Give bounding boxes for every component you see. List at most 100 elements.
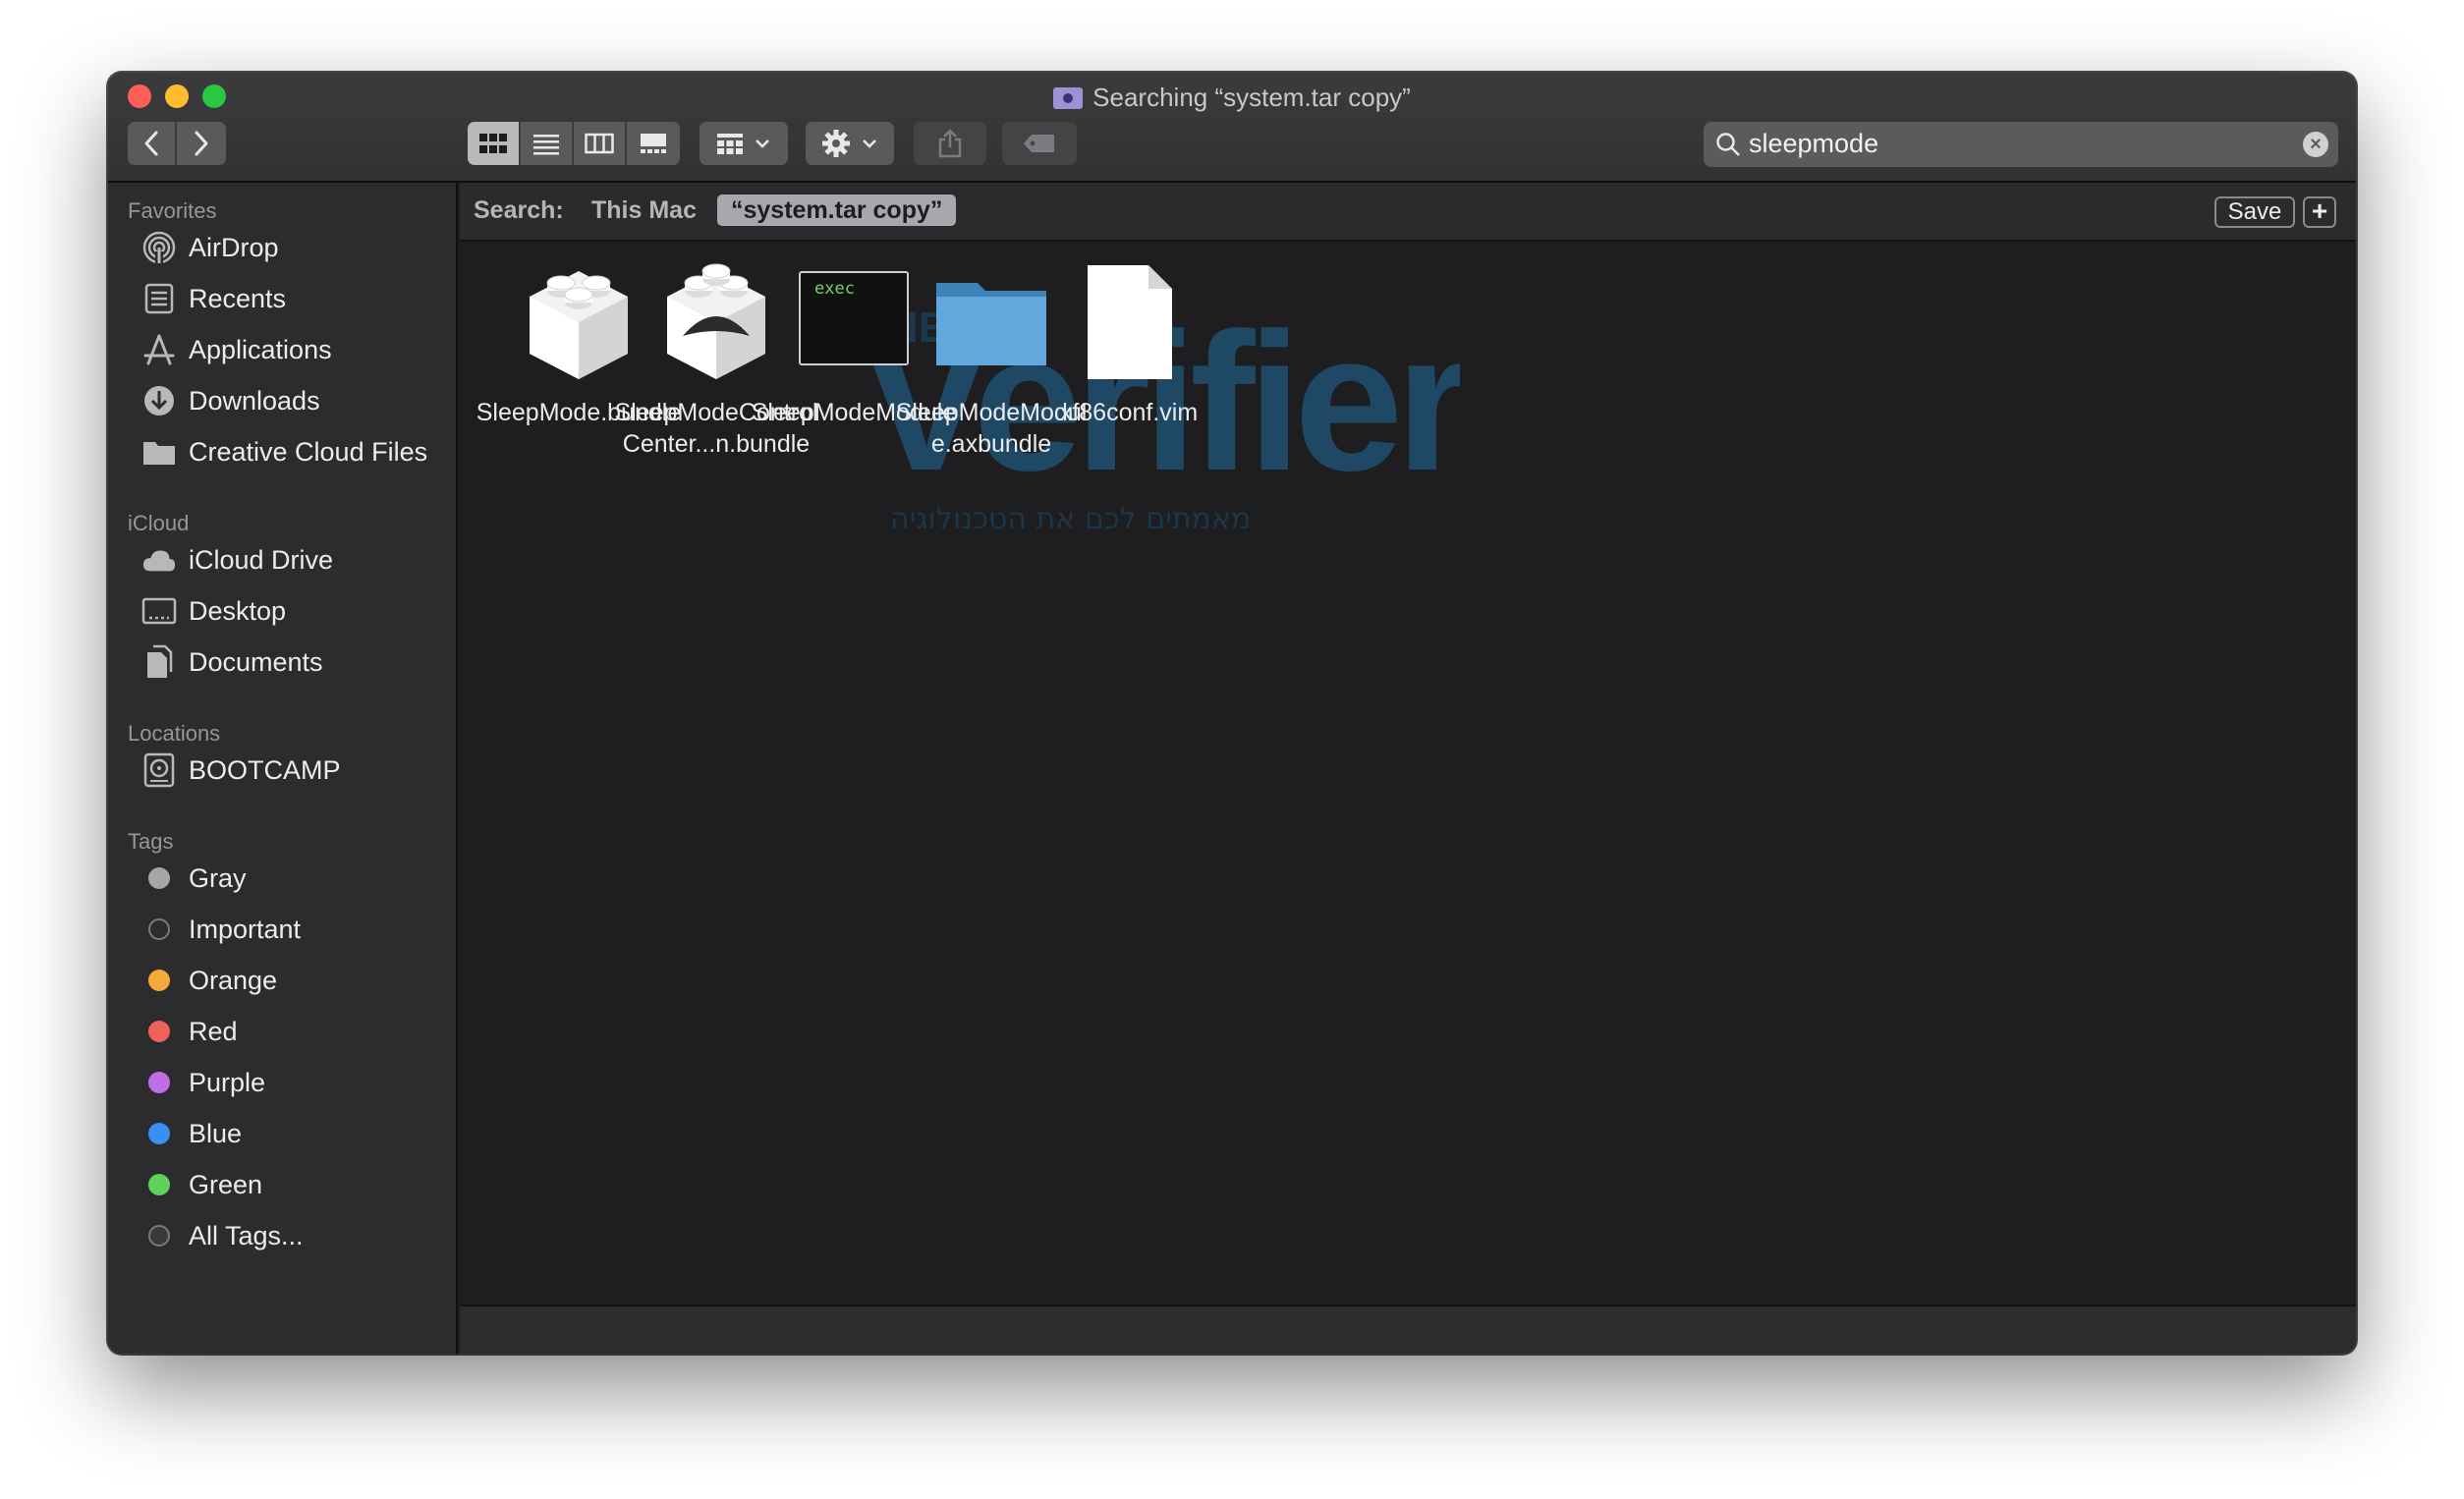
status-bar [460,1305,2356,1354]
downloads-icon [141,383,177,418]
sidebar-item-downloads[interactable]: Downloads [141,379,320,422]
orange-tag-dot [148,970,170,991]
sidebar-item-documents[interactable]: Documents [141,640,323,684]
search-scope-bar: Search: This Mac “system.tar copy” Save … [460,183,2356,242]
icon-view-button[interactable] [468,122,521,165]
sidebar-item-label: Recents [189,283,287,313]
group-grid-icon [717,134,743,154]
list-view-button[interactable] [521,122,574,165]
scope-folder[interactable]: “system.tar copy” [717,194,957,226]
tag-icon [1024,135,1054,152]
gallery-view-icon [641,134,666,153]
red-tag-dot [148,1021,170,1042]
sidebar: Favorites AirDrop Recents Applications D… [108,183,458,1354]
sidebar-item-desktop[interactable]: Desktop [141,589,286,633]
gallery-view-button[interactable] [627,122,680,165]
sidebar-item-label: Orange [189,965,278,995]
sidebar-item-airdrop[interactable]: AirDrop [141,226,279,269]
sidebar-item-label: Purple [189,1067,266,1097]
column-view-icon [585,133,614,154]
gray-tag-dot [148,867,170,889]
sidebar-tag-orange[interactable]: Orange [141,959,277,1002]
sidebar-tag-blue[interactable]: Blue [141,1112,242,1155]
icon-view-icon [479,134,507,153]
folder-icon [141,434,177,470]
document-icon [1070,257,1188,385]
list-view-icon [533,135,559,155]
scope-this-mac[interactable]: This Mac [591,196,697,225]
tag-button[interactable] [1002,122,1077,165]
sidebar-all-tags[interactable]: All Tags... [141,1214,304,1257]
save-search-button[interactable]: Save [2214,196,2295,228]
sidebar-tag-red[interactable]: Red [141,1010,238,1053]
sidebar-item-label: iCloud Drive [189,544,334,575]
forward-button[interactable] [177,122,226,165]
clear-search-icon[interactable]: × [2303,132,2328,157]
search-field[interactable]: sleepmode × [1704,122,2338,167]
file-item[interactable]: xf86conf.vim [1026,257,1232,428]
favorites-header: Favorites [128,198,217,223]
file-grid: THE Verifier מאמתים לכם את הטכנולוגיה Sl… [460,244,2356,1305]
locations-header: Locations [128,721,221,746]
cloud-icon [141,542,177,578]
sidebar-item-label: Downloads [189,385,320,416]
exec-label: exec [814,279,855,299]
sidebar-item-applications[interactable]: Applications [141,328,332,371]
sidebar-item-recents[interactable]: Recents [141,277,286,320]
svg-text:מאמתים לכם את הטכנולוגיה: מאמתים לכם את הטכנולוגיה [890,502,1251,536]
window-title: Searching “system.tar copy” [108,81,2356,114]
sidebar-tag-gray[interactable]: Gray [141,857,247,900]
chevron-down-icon [756,139,769,148]
purple-tag-dot [148,1072,170,1093]
important-tag-dot [148,918,170,940]
sidebar-item-label: Gray [189,862,247,893]
tags-header: Tags [128,829,174,854]
sidebar-tag-purple[interactable]: Purple [141,1061,265,1104]
sidebar-item-label: Red [189,1016,238,1046]
window-title-text: Searching “system.tar copy” [1092,83,1411,112]
sidebar-tag-green[interactable]: Green [141,1163,262,1206]
sidebar-item-label: Green [189,1169,263,1199]
search-input[interactable]: sleepmode [1749,129,1878,159]
action-button[interactable] [806,122,894,165]
share-icon [938,129,962,158]
all-tags-icon [148,1225,170,1247]
sidebar-item-label: Important [189,914,302,944]
applications-icon [141,332,177,367]
disk-icon [141,752,177,788]
smart-folder-icon [1053,87,1084,109]
search-scope-label: Search: [474,196,564,224]
documents-icon [141,644,177,680]
sidebar-item-label: All Tags... [189,1220,304,1250]
recents-icon [141,281,177,316]
sidebar-item-label: BOOTCAMP [189,754,341,785]
green-tag-dot [148,1174,170,1195]
toolbar: Searching “system.tar copy” sleepmode × [108,73,2356,183]
sidebar-item-label: Creative Cloud Files [189,436,428,467]
sidebar-tag-important[interactable]: Important [141,908,301,951]
column-view-button[interactable] [574,122,627,165]
magnifier-icon [1716,133,1740,156]
sidebar-item-label: Blue [189,1118,243,1148]
desktop-icon [141,593,177,629]
nav-buttons [128,122,226,165]
group-button[interactable] [700,122,788,165]
file-name: xf86conf.vim [1059,399,1199,426]
gear-icon [822,130,850,157]
view-mode-control [468,122,680,165]
sidebar-item-bootcamp[interactable]: BOOTCAMP [141,749,341,792]
chevron-left-icon [144,131,158,156]
chevron-right-icon [195,131,208,156]
sidebar-item-icloud-drive[interactable]: iCloud Drive [141,538,333,582]
sidebar-item-label: AirDrop [189,232,279,262]
icloud-header: iCloud [128,511,190,535]
back-button[interactable] [128,122,177,165]
sidebar-item-creative-cloud-files[interactable]: Creative Cloud Files [141,430,427,473]
add-criteria-button[interactable]: + [2303,196,2336,228]
share-button[interactable] [914,122,986,165]
sidebar-item-label: Documents [189,646,323,677]
airdrop-icon [141,230,177,265]
finder-window: Searching “system.tar copy” sleepmode × … [108,73,2356,1354]
blue-tag-dot [148,1123,170,1144]
chevron-down-icon [863,139,876,148]
